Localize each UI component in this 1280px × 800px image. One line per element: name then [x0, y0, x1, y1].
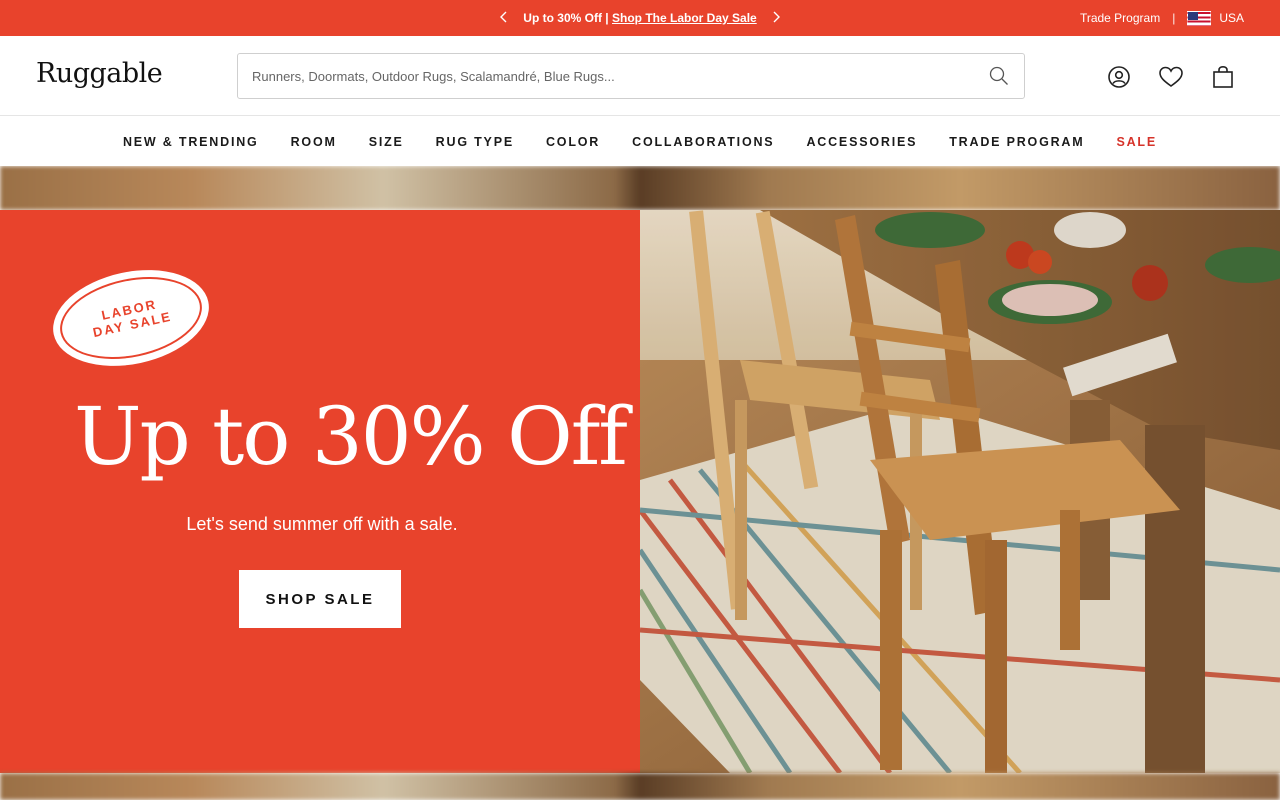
announcement-bar: Up to 30% Off | Shop The Labor Day Sale …: [0, 0, 1280, 36]
hero-headline: Up to 30% Off: [74, 390, 628, 483]
search-input[interactable]: [252, 68, 988, 84]
nav-item-new-trending[interactable]: NEW & TRENDING: [107, 135, 275, 149]
logo[interactable]: Ruggable: [36, 58, 163, 89]
hero-subheadline: Let's send summer off with a sale.: [186, 514, 458, 534]
labor-day-sale-badge: LABOR DAY SALE: [44, 256, 218, 380]
promo-panel: LABOR DAY SALE Up to 30% Off Let's send …: [0, 210, 640, 773]
labor-day-sale-link[interactable]: Shop The Labor Day Sale: [612, 11, 757, 25]
nav-item-room[interactable]: ROOM: [275, 135, 353, 149]
shop-sale-button[interactable]: SHOP SALE: [239, 570, 401, 628]
nav-item-collaborations[interactable]: COLLABORATIONS: [616, 135, 790, 149]
utility-links: Trade Program | USA: [1080, 0, 1244, 36]
search-bar: [237, 53, 1025, 99]
nav-item-trade-program[interactable]: TRADE PROGRAM: [933, 135, 1100, 149]
announcement-message: Up to 30% Off | Shop The Labor Day Sale: [523, 11, 756, 25]
hero-image[interactable]: [640, 210, 1280, 773]
nav-item-size[interactable]: SIZE: [353, 135, 420, 149]
trade-program-link[interactable]: Trade Program: [1080, 11, 1160, 25]
nav-item-color[interactable]: COLOR: [530, 135, 616, 149]
nav-item-rug-type[interactable]: RUG TYPE: [420, 135, 530, 149]
us-flag-icon: [1187, 10, 1212, 26]
nav-item-sale[interactable]: SALE: [1100, 135, 1173, 149]
search-icon[interactable]: [988, 65, 1010, 87]
divider: |: [1172, 11, 1176, 25]
heart-icon[interactable]: [1158, 64, 1184, 90]
chevron-left-icon[interactable]: [499, 10, 509, 27]
dining-room-photo: [640, 210, 1280, 773]
country-selector[interactable]: USA: [1187, 10, 1244, 26]
main-nav: NEW & TRENDING ROOM SIZE RUG TYPE COLOR …: [0, 117, 1280, 166]
account-icon[interactable]: [1106, 64, 1132, 90]
nav-item-accessories[interactable]: ACCESSORIES: [790, 135, 933, 149]
cart-icon[interactable]: [1210, 64, 1236, 90]
announcement-text: Up to 30% Off |: [523, 11, 609, 25]
hero-background-blur-top: [0, 166, 1280, 210]
country-label: USA: [1219, 11, 1244, 25]
site-header: Ruggable: [0, 36, 1280, 116]
header-actions: [1106, 64, 1236, 90]
hero-banner: LABOR DAY SALE Up to 30% Off Let's send …: [0, 166, 1280, 800]
chevron-right-icon[interactable]: [771, 10, 781, 27]
hero-background-blur-bottom: [0, 773, 1280, 800]
